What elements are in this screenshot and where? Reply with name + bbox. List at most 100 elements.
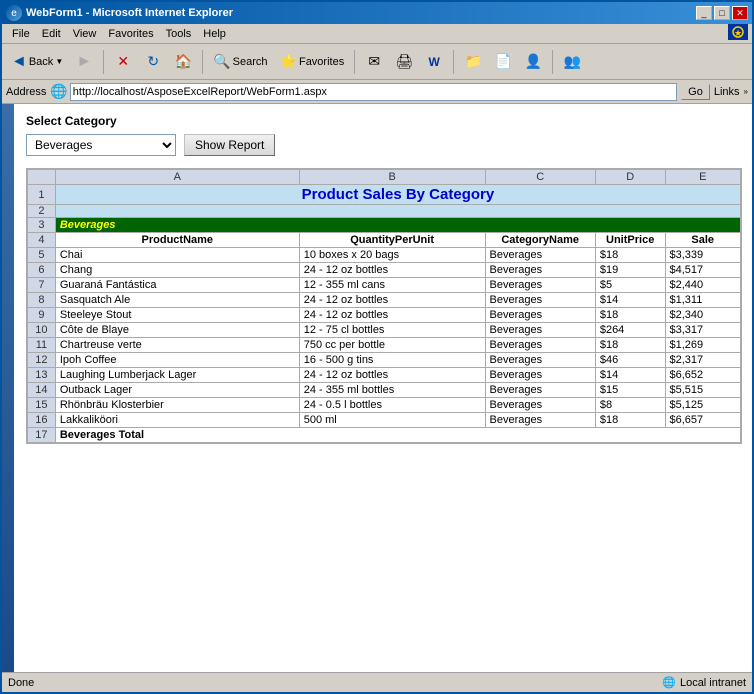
favorites-button[interactable]: ⭐ Favorites (275, 48, 350, 76)
stop-icon: ✕ (117, 53, 129, 70)
cell-7-d: $5 (595, 278, 665, 293)
cell-16-a: Lakkaliköori (55, 413, 299, 428)
row-num-4: 4 (28, 233, 56, 248)
cell-16-b: 500 ml (299, 413, 485, 428)
ie-logo-icon: e (6, 5, 22, 21)
cell-16-c: Beverages (485, 413, 595, 428)
table-row: 7 Guaraná Fantástica 12 - 355 ml cans Be… (28, 278, 741, 293)
cell-6-b: 24 - 12 oz bottles (299, 263, 485, 278)
show-report-button[interactable]: Show Report (184, 134, 275, 156)
cell-14-a: Outback Lager (55, 383, 299, 398)
menu-help[interactable]: Help (197, 27, 232, 41)
minimize-button[interactable]: _ (696, 6, 712, 20)
maximize-button[interactable]: □ (714, 6, 730, 20)
msn-icon: 📄 (495, 53, 512, 70)
cell-5-b: 10 boxes x 20 bags (299, 248, 485, 263)
cell-9-a: Steeleye Stout (55, 308, 299, 323)
links-chevron-icon: » (744, 87, 748, 96)
header-productname: ProductName (55, 233, 299, 248)
table-header-row: 4 ProductName QuantityPerUnit CategoryNa… (28, 233, 741, 248)
content-area: Select Category Beverages Condiments Con… (2, 104, 752, 672)
menu-edit[interactable]: Edit (36, 27, 67, 41)
refresh-button[interactable]: ↻ (139, 48, 167, 76)
messenger-icon: 👤 (525, 53, 542, 70)
select-category-label: Select Category (26, 114, 742, 128)
cell-8-d: $14 (595, 293, 665, 308)
title-row-2: 2 (28, 205, 741, 218)
cell-16-d: $18 (595, 413, 665, 428)
row-num-9: 9 (28, 308, 56, 323)
category-name-cell: Beverages (55, 218, 740, 233)
intranet-icon: 🌐 (662, 676, 676, 689)
people-button[interactable]: 👥 (558, 48, 586, 76)
table-row: 16 Lakkaliköori 500 ml Beverages $18 $6,… (28, 413, 741, 428)
row-num-16: 16 (28, 413, 56, 428)
address-label: Address (6, 86, 46, 98)
word-button[interactable]: W (420, 48, 448, 76)
cell-14-b: 24 - 355 ml bottles (299, 383, 485, 398)
menu-favorites[interactable]: Favorites (102, 27, 159, 41)
search-button[interactable]: 🔍 Search (208, 48, 272, 76)
cell-16-e: $6,657 (665, 413, 741, 428)
page-content: Select Category Beverages Condiments Con… (26, 114, 742, 444)
msn-button[interactable]: 📄 (489, 48, 517, 76)
title-row-1: 1 Product Sales By Category (28, 185, 741, 205)
cell-7-c: Beverages (485, 278, 595, 293)
close-button[interactable]: ✕ (732, 6, 748, 20)
status-text: Done (8, 677, 34, 689)
cell-14-c: Beverages (485, 383, 595, 398)
menu-tools[interactable]: Tools (160, 27, 198, 41)
home-button[interactable]: 🏠 (169, 48, 197, 76)
folder-button[interactable]: 📁 (459, 48, 487, 76)
cell-5-e: $3,339 (665, 248, 741, 263)
cell-9-b: 24 - 12 oz bottles (299, 308, 485, 323)
cell-11-d: $18 (595, 338, 665, 353)
go-label: Go (688, 86, 703, 98)
cell-12-a: Ipoh Coffee (55, 353, 299, 368)
cell-9-d: $18 (595, 308, 665, 323)
menu-file[interactable]: File (6, 27, 36, 41)
menu-bar: File Edit View Favorites Tools Help ★ (2, 24, 752, 44)
row-num-8: 8 (28, 293, 56, 308)
refresh-icon: ↻ (147, 53, 159, 70)
title-cell: Product Sales By Category (55, 185, 740, 205)
cell-13-c: Beverages (485, 368, 595, 383)
cell-6-c: Beverages (485, 263, 595, 278)
window: e WebForm1 - Microsoft Internet Explorer… (0, 0, 754, 694)
table-row: 5 Chai 10 boxes x 20 bags Beverages $18 … (28, 248, 741, 263)
cell-5-d: $18 (595, 248, 665, 263)
messenger-button[interactable]: 👤 (519, 48, 547, 76)
cell-5-c: Beverages (485, 248, 595, 263)
window-controls[interactable]: _ □ ✕ (696, 6, 748, 20)
cell-11-e: $1,269 (665, 338, 741, 353)
cell-7-a: Guaraná Fantástica (55, 278, 299, 293)
address-input[interactable] (70, 83, 677, 101)
spreadsheet: A B C D E 1 Product Sales By Category (26, 168, 742, 444)
cell-12-d: $46 (595, 353, 665, 368)
stop-button[interactable]: ✕ (109, 48, 137, 76)
print-button[interactable]: 🖨 (390, 48, 418, 76)
menu-view[interactable]: View (67, 27, 103, 41)
svg-text:★: ★ (734, 28, 742, 38)
table-row: 14 Outback Lager 24 - 355 ml bottles Bev… (28, 383, 741, 398)
cell-8-e: $1,311 (665, 293, 741, 308)
cell-7-e: $2,440 (665, 278, 741, 293)
status-bar: Done 🌐 Local intranet (2, 672, 752, 692)
cell-9-c: Beverages (485, 308, 595, 323)
table-row: 6 Chang 24 - 12 oz bottles Beverages $19… (28, 263, 741, 278)
links-label[interactable]: Links (714, 86, 740, 98)
home-icon: 🏠 (175, 53, 192, 70)
back-button[interactable]: ◄ Back ▼ (6, 48, 68, 76)
category-select[interactable]: Beverages Condiments Confections Dairy P… (26, 134, 176, 156)
forward-button[interactable]: ► (70, 48, 98, 76)
mail-icon: ✉ (368, 53, 380, 70)
go-button[interactable]: Go (681, 84, 710, 100)
search-label: Search (233, 56, 268, 68)
mail-button[interactable]: ✉ (360, 48, 388, 76)
search-icon: 🔍 (213, 53, 230, 70)
cell-6-d: $19 (595, 263, 665, 278)
address-bar: Address 🌐 Go Links » (2, 80, 752, 104)
cell-11-b: 750 cc per bottle (299, 338, 485, 353)
print-icon: 🖨 (395, 53, 413, 70)
title-cell-2 (55, 205, 740, 218)
